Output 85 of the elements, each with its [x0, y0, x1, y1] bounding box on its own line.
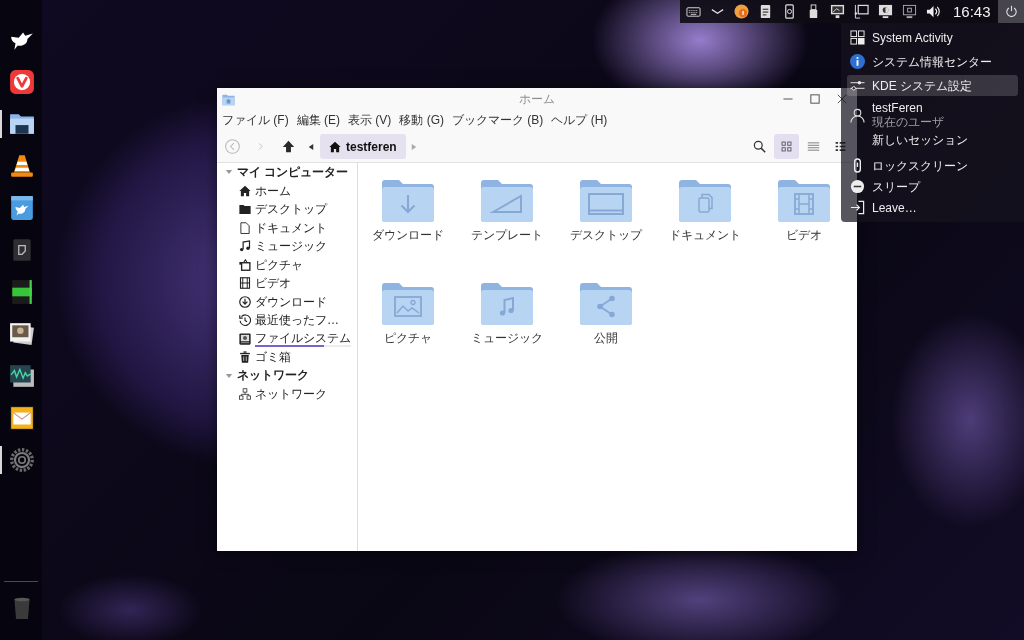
gear-icon[interactable] — [9, 447, 35, 473]
places-item[interactable]: ファイルシステム — [255, 330, 351, 345]
display-icon[interactable] — [878, 4, 893, 19]
menu-item-caption: 現在のユーザ — [872, 115, 944, 129]
v-logo-icon[interactable] — [9, 69, 35, 95]
places-item[interactable]: ミュージック — [255, 239, 327, 254]
folder-label[interactable]: ミュージック — [470, 331, 543, 345]
home-icon — [329, 140, 341, 153]
folder-label[interactable]: テンプレート — [470, 228, 543, 242]
menu-item[interactable]: ヘルプ (H) — [551, 112, 608, 129]
places-item[interactable]: 最近使ったフ… — [255, 313, 339, 328]
menu-item[interactable]: 移動 (G) — [399, 112, 444, 129]
monitor-icon[interactable] — [830, 4, 845, 19]
places-section-header[interactable]: マイ コンピューター — [237, 163, 349, 181]
list-icon — [807, 140, 820, 153]
picture-frame-icon — [239, 258, 251, 271]
history-icon — [239, 314, 251, 327]
traffic-cone-icon[interactable] — [9, 153, 35, 179]
exit-icon — [850, 200, 865, 215]
download-icon — [239, 295, 251, 308]
search-icon — [753, 140, 766, 153]
menu-item[interactable]: ブックマーク (B) — [452, 112, 544, 129]
window-grid-icon — [850, 30, 865, 45]
chevron-circle-icon — [224, 139, 240, 154]
document-icon — [239, 221, 251, 234]
places-item[interactable]: ホーム — [255, 183, 291, 198]
photo-stack-icon[interactable] — [9, 321, 35, 347]
folder-label[interactable]: 公開 — [593, 331, 618, 345]
drive-icon — [239, 332, 251, 345]
volume-icon[interactable] — [926, 4, 941, 19]
home-icon — [239, 184, 251, 197]
folder-label[interactable]: ドキュメント — [668, 228, 741, 242]
power-icon — [1004, 5, 1018, 18]
folder-icon — [239, 203, 251, 216]
circle-badge-icon[interactable] — [734, 4, 749, 19]
power-button[interactable] — [998, 0, 1024, 23]
media-strip-icon[interactable] — [9, 279, 35, 305]
sliders-icon — [850, 78, 865, 93]
places-item[interactable]: ネットワーク — [255, 387, 327, 402]
menu-item[interactable]: 新しいセッション — [847, 129, 1018, 150]
music-note-icon — [239, 240, 251, 253]
envelope-icon[interactable] — [9, 405, 35, 431]
menu-item[interactable]: システム情報センター — [847, 51, 1018, 72]
menu-item[interactable]: 編集 (E) — [296, 112, 340, 129]
folder-label[interactable]: ピクチャ — [383, 331, 432, 345]
menu-item[interactable]: スリープ — [847, 176, 1018, 197]
trash-icon — [239, 351, 251, 364]
folder-label[interactable]: デスクトップ — [569, 228, 642, 242]
folder-home-icon — [222, 92, 235, 106]
network-icon — [239, 388, 251, 401]
menu-item[interactable]: 表示 (V) — [348, 112, 392, 129]
places-item[interactable]: ダウンロード — [255, 294, 327, 309]
folder-label[interactable]: ビデオ — [785, 228, 822, 242]
phone-icon[interactable] — [782, 4, 797, 19]
bird-tile-icon[interactable] — [9, 195, 35, 221]
menu-item[interactable]: KDE システム設定 — [847, 75, 1018, 96]
expander-icon[interactable] — [225, 371, 233, 380]
places-section-header[interactable]: ネットワーク — [237, 367, 309, 385]
menu-item[interactable]: ロックスクリーン — [847, 155, 1018, 176]
arrow-up-icon — [281, 140, 295, 153]
film-icon — [239, 277, 251, 290]
clock-text[interactable]: 16:43 — [953, 2, 991, 21]
keyboard-icon[interactable] — [686, 4, 701, 19]
user-icon — [850, 107, 865, 123]
folder-icon[interactable] — [9, 111, 35, 137]
places-item[interactable]: ドキュメント — [255, 220, 327, 235]
places-item[interactable]: デスクトップ — [255, 202, 327, 217]
window-title: ホーム — [519, 90, 555, 108]
menu-item[interactable]: Leave… — [847, 197, 1018, 218]
sleep-icon — [850, 179, 865, 194]
places-item[interactable]: ピクチャ — [255, 257, 303, 272]
places-item[interactable]: ゴミ箱 — [255, 350, 291, 365]
menu-item[interactable]: testFeren 現在のユーザ — [847, 101, 1018, 129]
waveform-icon[interactable] — [9, 363, 35, 389]
breadcrumb-button[interactable]: testferen — [320, 134, 406, 159]
screen-box-icon[interactable] — [902, 4, 917, 19]
menu-item[interactable]: System Activity — [847, 27, 1018, 48]
monitor-network-icon[interactable] — [854, 4, 869, 19]
folder-label[interactable]: ダウンロード — [371, 228, 444, 242]
clipboard-icon[interactable] — [758, 4, 773, 19]
places-item[interactable]: ビデオ — [255, 276, 291, 291]
menu-item[interactable]: ファイル (F) — [222, 112, 289, 129]
grid-icon — [780, 140, 793, 153]
maximize-icon — [810, 94, 820, 104]
info-icon — [850, 54, 865, 69]
